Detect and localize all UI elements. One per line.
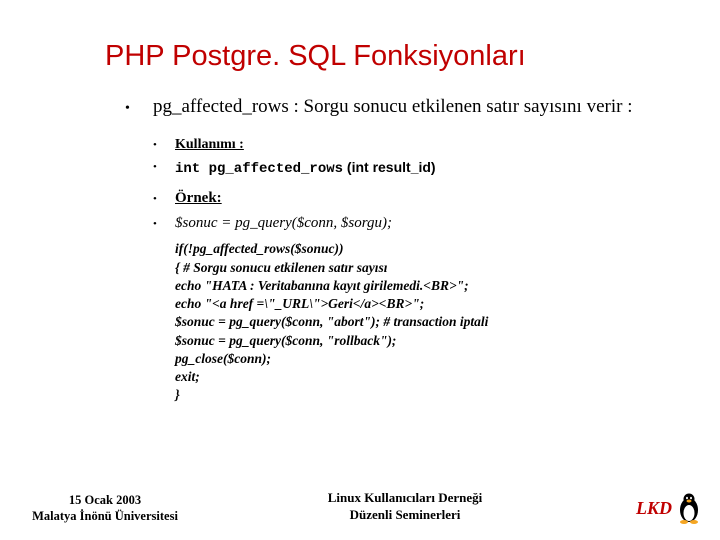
usage-signature-row: • int pg_affected_rows (int result_id) [153, 156, 675, 180]
code-line: if(!pg_affected_rows($sonuc)) [175, 240, 675, 258]
code-line: { # Sorgu sonucu etkilenen satır sayısı [175, 259, 675, 277]
footer-org: Linux Kullanıcıları Derneği [210, 490, 600, 507]
code-line: } [175, 386, 675, 404]
code-line: exit; [175, 368, 675, 386]
logo-text: LKD [636, 498, 672, 519]
example-call: $sonuc = pg_query($conn, $sorgu); [175, 215, 392, 232]
bullet-dot-icon: • [125, 95, 153, 120]
example-label-row: • Örnek: [153, 190, 675, 207]
slide-content: • pg_affected_rows : Sorgu sonucu etkile… [125, 95, 675, 404]
footer-series: Düzenli Seminerleri [210, 507, 600, 524]
example-call-row: • $sonuc = pg_query($conn, $sorgu); [153, 215, 675, 232]
code-line: $sonuc = pg_query($conn, "rollback"); [175, 332, 675, 350]
usage-label-row: • Kullanımı : [153, 134, 675, 156]
bullet-dot-icon: • [153, 190, 175, 207]
footer-venue: Malatya İnönü Üniversitesi [0, 508, 210, 524]
usage-sig-rest: (int result_id) [343, 159, 436, 175]
slide: PHP Postgre. SQL Fonksiyonları • pg_affe… [0, 0, 720, 540]
usage-block: • Kullanımı : • int pg_affected_rows (in… [153, 134, 675, 181]
bullet-main: • pg_affected_rows : Sorgu sonucu etkile… [125, 95, 675, 120]
code-line: echo "HATA : Veritabanına kayıt girileme… [175, 277, 675, 295]
footer-left: 15 Ocak 2003 Malatya İnönü Üniversitesi [0, 492, 210, 525]
footer-date: 15 Ocak 2003 [0, 492, 210, 508]
usage-sig-mono: int pg_affected_rows [175, 161, 343, 177]
example-label: Örnek: [175, 190, 222, 207]
bullet-dot-icon: • [153, 134, 175, 156]
bullet-dot-icon: • [153, 215, 175, 232]
penguin-icon [676, 492, 702, 524]
footer: 15 Ocak 2003 Malatya İnönü Üniversitesi … [0, 490, 720, 524]
code-line: pg_close($conn); [175, 350, 675, 368]
code-line: $sonuc = pg_query($conn, "abort"); # tra… [175, 313, 675, 331]
footer-center: Linux Kullanıcıları Derneği Düzenli Semi… [210, 490, 600, 524]
code-line: echo "<a href =\"_URL\">Geri</a><BR>"; [175, 295, 675, 313]
usage-signature: int pg_affected_rows (int result_id) [175, 156, 436, 180]
main-description: pg_affected_rows : Sorgu sonucu etkilene… [153, 95, 632, 120]
slide-title: PHP Postgre. SQL Fonksiyonları [105, 40, 675, 73]
usage-label: Kullanımı : [175, 134, 244, 156]
footer-logo: LKD [600, 492, 720, 524]
code-block: if(!pg_affected_rows($sonuc)) { # Sorgu … [175, 240, 675, 404]
bullet-dot-icon: • [153, 156, 175, 180]
